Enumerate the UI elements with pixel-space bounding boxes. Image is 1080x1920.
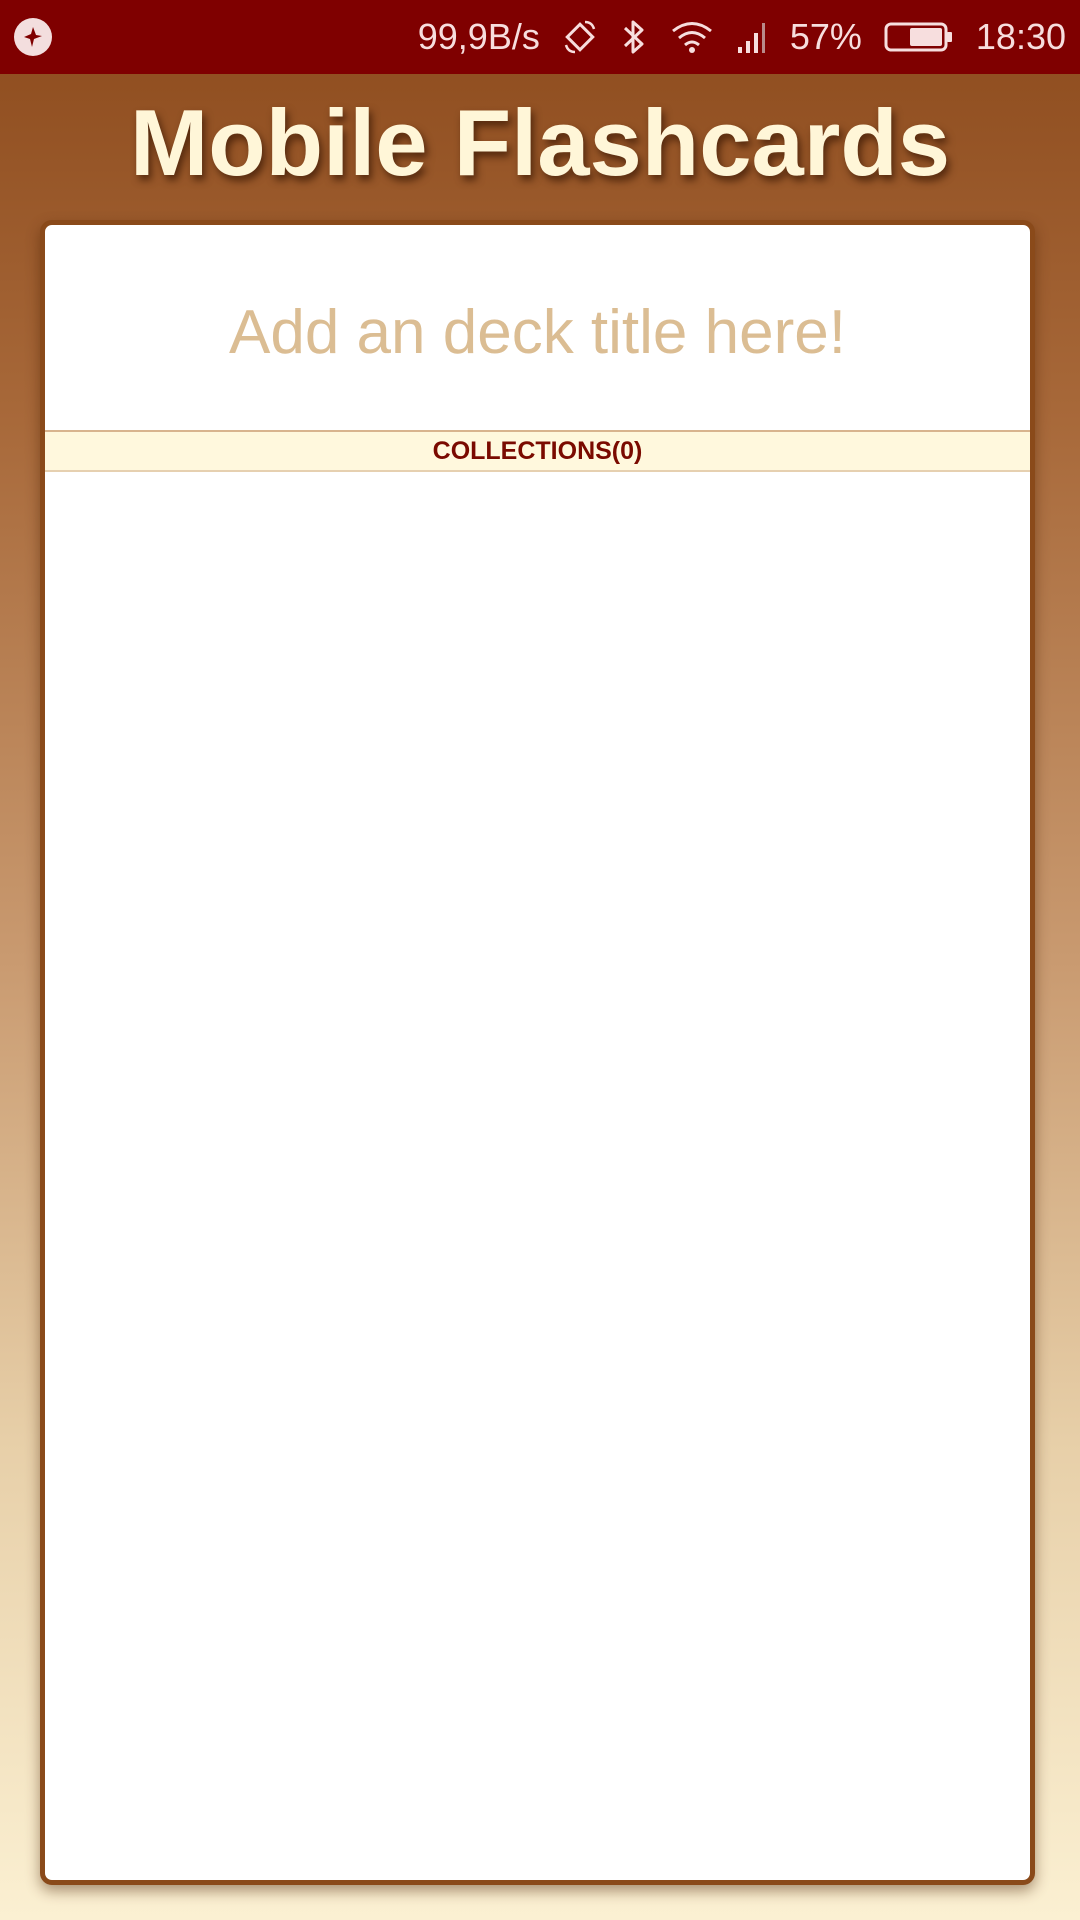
- clock: 18:30: [975, 16, 1066, 57]
- bluetooth-icon: [620, 18, 648, 56]
- app-notification-icon: [14, 18, 52, 56]
- wifi-icon: [670, 19, 714, 55]
- status-icons: 99,9B/s 57% 18:30: [418, 0, 1066, 74]
- screen: 99,9B/s 57% 18:30 Mobile Flashcards Add …: [0, 0, 1080, 1920]
- deck-panel: Add an deck title here! COLLECTIONS(0): [40, 220, 1035, 1885]
- battery-icon: [884, 20, 954, 54]
- signal-icon: [736, 19, 768, 55]
- app-title: Mobile Flashcards: [129, 90, 951, 195]
- collections-header: COLLECTIONS(0): [45, 430, 1030, 472]
- network-speed: 99,9B/s: [417, 16, 540, 57]
- battery-percent: 57%: [789, 16, 862, 57]
- deck-title-input[interactable]: Add an deck title here!: [45, 293, 1030, 373]
- rotate-icon: [562, 19, 598, 55]
- status-bar: 99,9B/s 57% 18:30: [0, 0, 1080, 74]
- collections-list[interactable]: [45, 472, 1030, 1880]
